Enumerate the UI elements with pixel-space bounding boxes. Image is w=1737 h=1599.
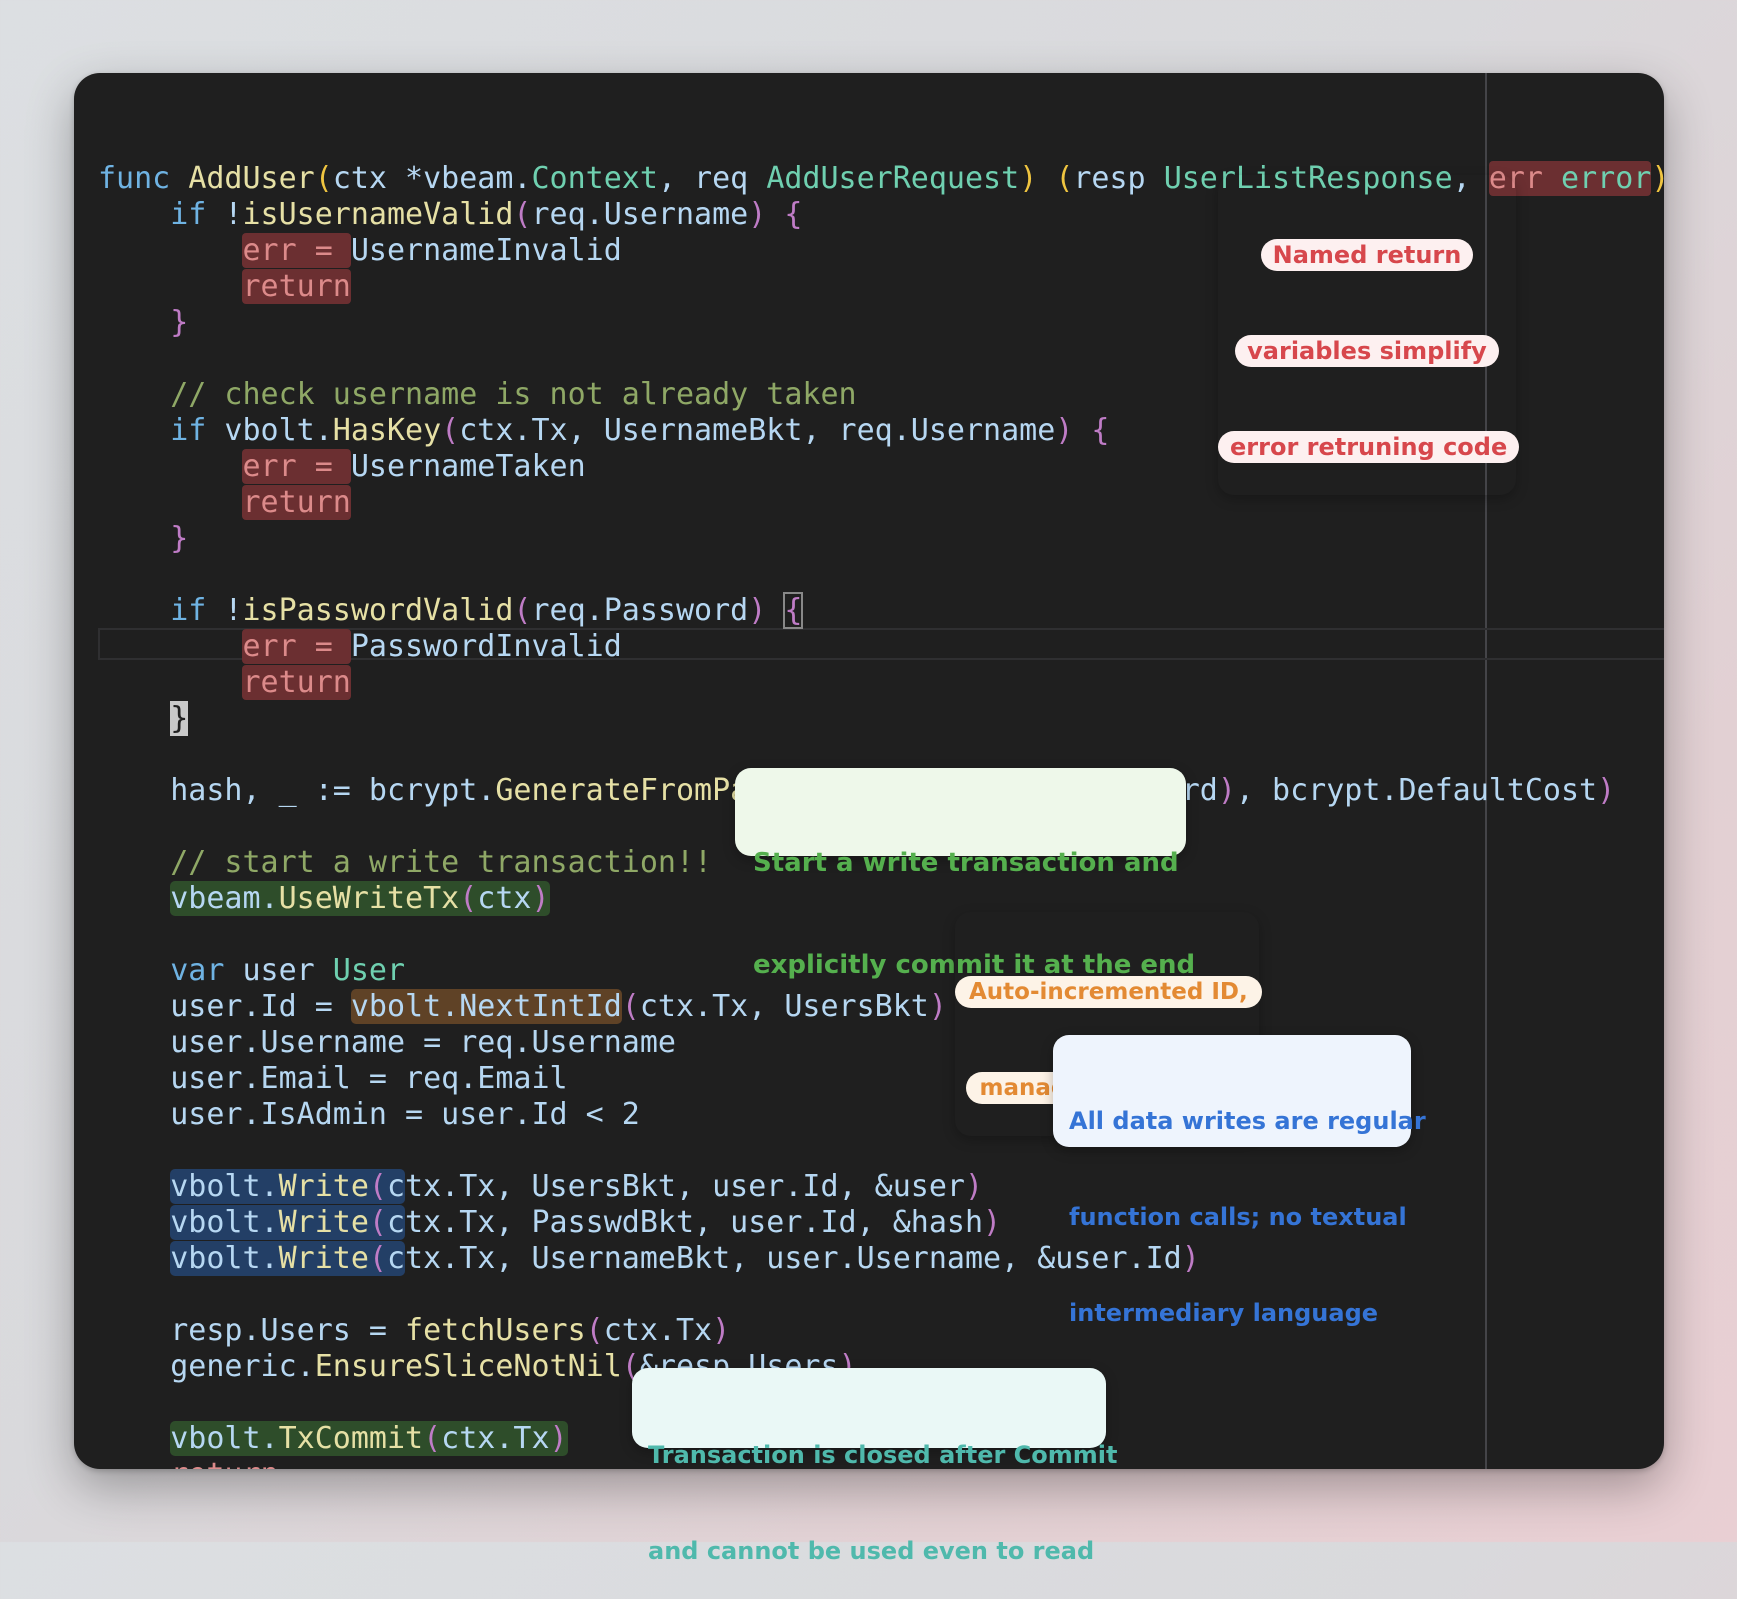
code-line: // check username is not already taken bbox=[170, 377, 857, 412]
code-line: } bbox=[170, 305, 189, 340]
code-line: } bbox=[170, 521, 189, 556]
code-line: user.Email = req.Email bbox=[170, 1061, 568, 1096]
annotation-auto-id-line-1: Auto-incremented ID, bbox=[955, 976, 1262, 1008]
code-line: err = UsernameTaken bbox=[242, 449, 586, 484]
annotation-named-return-line-3: error retruning code bbox=[1218, 431, 1520, 463]
code-line: resp.Users = fetchUsers(ctx.Tx) bbox=[170, 1313, 731, 1348]
code-line: return bbox=[242, 665, 351, 700]
code-line: vbolt.Write(ctx.Tx, UsersBkt, user.Id, &… bbox=[170, 1169, 984, 1204]
annotation-transaction-closed-line-1: Transaction is closed after Commit bbox=[648, 1441, 1118, 1469]
code-line: if !isUsernameValid(req.Username) { bbox=[170, 197, 803, 232]
annotation-data-writes-line-2: function calls; no textual bbox=[1069, 1203, 1407, 1231]
code-line: vbeam.UseWriteTx(ctx) bbox=[170, 881, 550, 916]
annotation-named-return: Named return variables simplify error re… bbox=[1218, 175, 1520, 495]
code-line: vbolt.Write(ctx.Tx, PasswdBkt, user.Id, … bbox=[170, 1205, 1002, 1240]
annotation-data-writes: All data writes are regular function cal… bbox=[1053, 1035, 1426, 1327]
code-line: // start a write transaction!! bbox=[170, 845, 713, 880]
code-line: return bbox=[242, 485, 351, 520]
code-line: } bbox=[170, 701, 189, 736]
code-line: var user User bbox=[170, 953, 406, 988]
code-line: user.IsAdmin = user.Id < 2 bbox=[170, 1097, 640, 1132]
code-line: if !isPasswordValid(req.Password) { bbox=[170, 592, 804, 629]
annotation-data-writes-line-3: intermediary language bbox=[1069, 1299, 1379, 1327]
annotation-transaction-closed-line-2: and cannot be used even to read bbox=[648, 1537, 1095, 1565]
annotation-write-transaction: Start a write transaction and explicitly… bbox=[735, 768, 1195, 980]
code-line: user.Username = req.Username bbox=[170, 1025, 676, 1060]
code-line: err = UsernameInvalid bbox=[242, 233, 622, 268]
code-line: err = PasswordInvalid bbox=[242, 629, 622, 664]
code-line: return bbox=[170, 1457, 278, 1469]
annotation-named-return-line-2: variables simplify bbox=[1235, 335, 1499, 367]
code-line: vbolt.TxCommit(ctx.Tx) bbox=[170, 1421, 568, 1456]
code-line: if vbolt.HasKey(ctx.Tx, UsernameBkt, req… bbox=[170, 413, 1110, 448]
annotation-data-writes-line-1: All data writes are regular bbox=[1069, 1107, 1426, 1135]
code-line: return bbox=[242, 269, 351, 304]
annotation-named-return-line-1: Named return bbox=[1260, 239, 1474, 271]
annotation-transaction-closed: Transaction is closed after Commit and c… bbox=[632, 1368, 1118, 1565]
annotation-write-transaction-line-1: Start a write transaction and bbox=[753, 848, 1179, 878]
code-line: vbolt.Write(ctx.Tx, UsernameBkt, user.Us… bbox=[170, 1241, 1200, 1276]
